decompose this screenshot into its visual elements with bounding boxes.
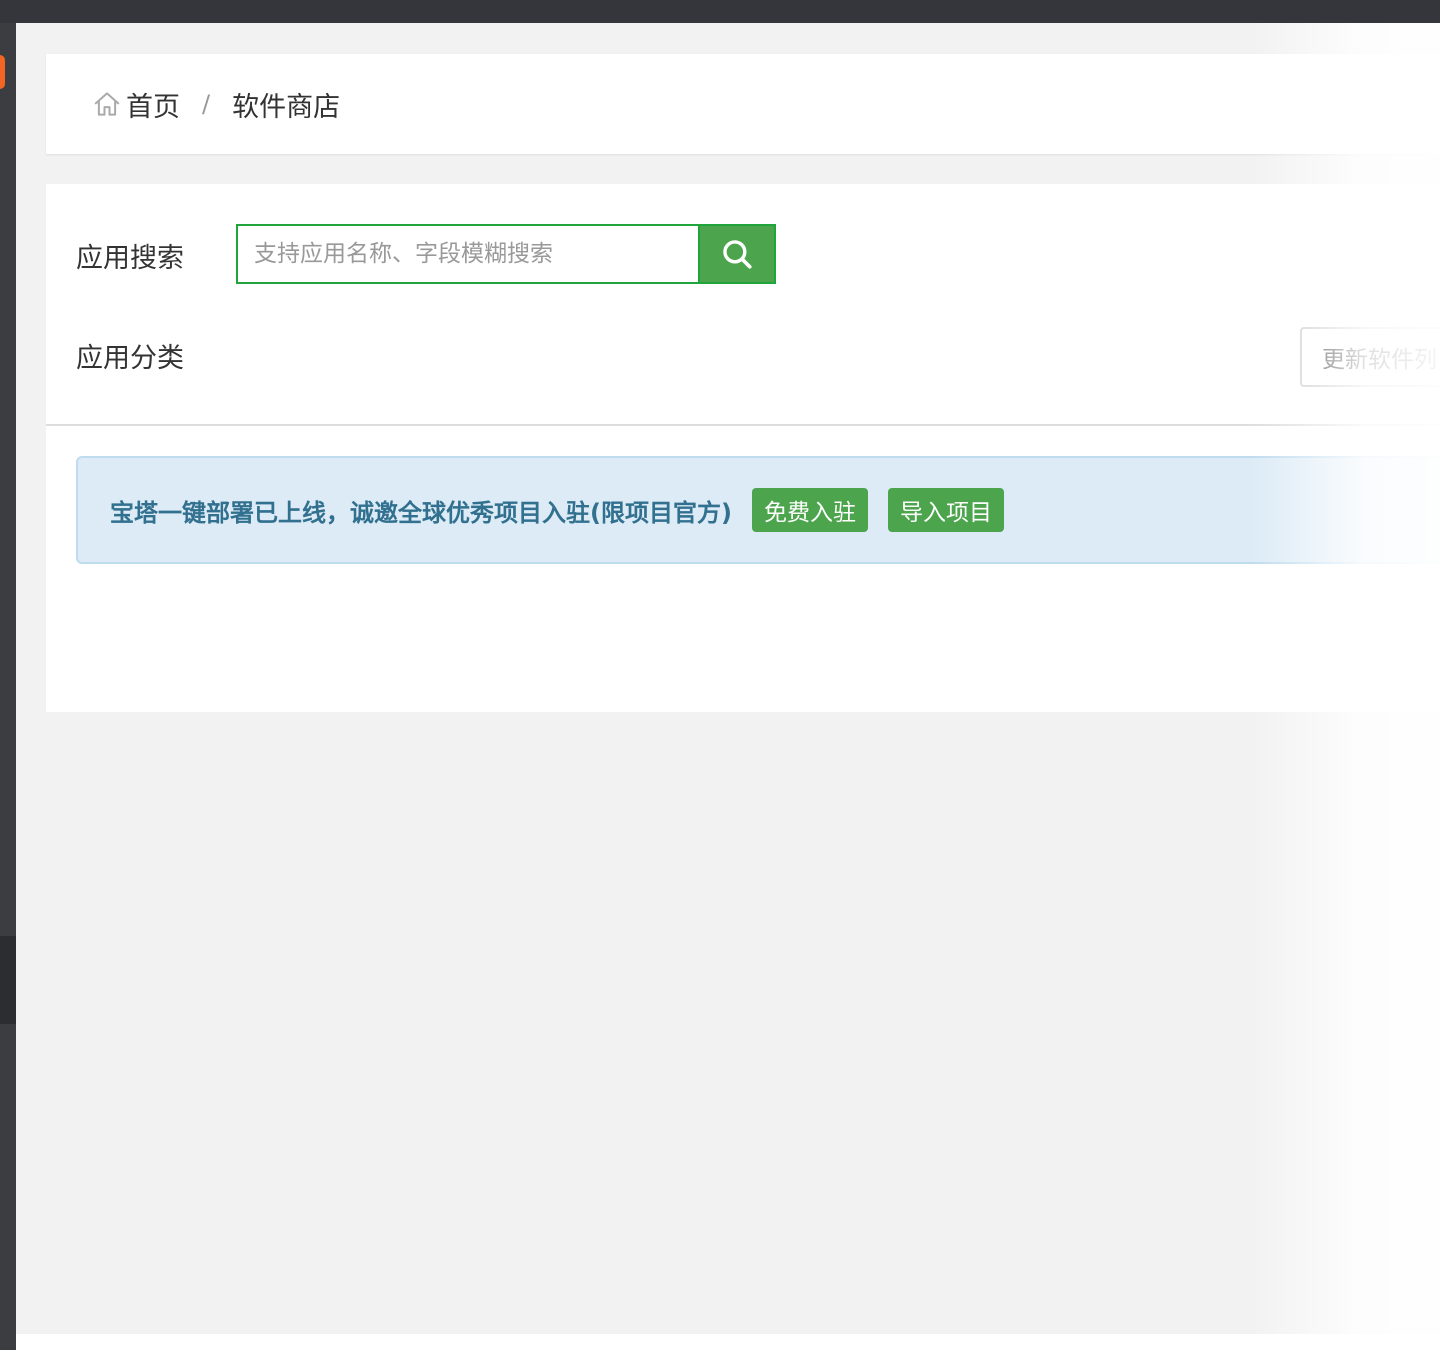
bottom-strip bbox=[16, 1334, 1440, 1350]
import-project-button[interactable]: 导入项目 bbox=[887, 488, 1004, 532]
breadcrumb-card: 首页 / 软件商店 bbox=[46, 54, 1440, 154]
search-button[interactable] bbox=[698, 224, 776, 284]
search-input[interactable] bbox=[236, 224, 698, 284]
breadcrumb: 首页 / 软件商店 bbox=[92, 85, 341, 124]
home-icon[interactable] bbox=[92, 89, 122, 119]
category-label: 应用分类 bbox=[76, 343, 184, 374]
window-top-bar bbox=[0, 0, 1440, 23]
free-join-button[interactable]: 免费入驻 bbox=[751, 488, 868, 532]
search-label: 应用搜索 bbox=[76, 243, 184, 274]
sidebar-active-indicator bbox=[0, 55, 5, 89]
sidebar-dark-band bbox=[0, 936, 16, 1024]
sidebar-edge bbox=[0, 23, 16, 1350]
announcement-text: 宝塔一键部署已上线，诚邀全球优秀项目入驻(限项目官方) bbox=[110, 498, 732, 527]
software-store-panel: 应用搜索 应用分类 更新软件列 宝塔一键部署已上线，诚邀全球优秀项目入驻(限项目… bbox=[46, 184, 1440, 712]
breadcrumb-separator: / bbox=[202, 90, 211, 118]
search-box bbox=[236, 224, 776, 284]
deploy-announcement: 宝塔一键部署已上线，诚邀全球优秀项目入驻(限项目官方) 免费入驻 导入项目 bbox=[76, 456, 1440, 564]
content-area: 首页 / 软件商店 应用搜索 应用分类 更新软件列 宝塔一键部署已上线，诚邀全球… bbox=[16, 23, 1440, 1334]
update-software-list-button[interactable]: 更新软件列 bbox=[1300, 327, 1440, 387]
breadcrumb-home[interactable]: 首页 bbox=[126, 85, 180, 124]
divider bbox=[46, 424, 1440, 426]
breadcrumb-current: 软件商店 bbox=[232, 91, 341, 123]
search-icon bbox=[723, 240, 752, 269]
